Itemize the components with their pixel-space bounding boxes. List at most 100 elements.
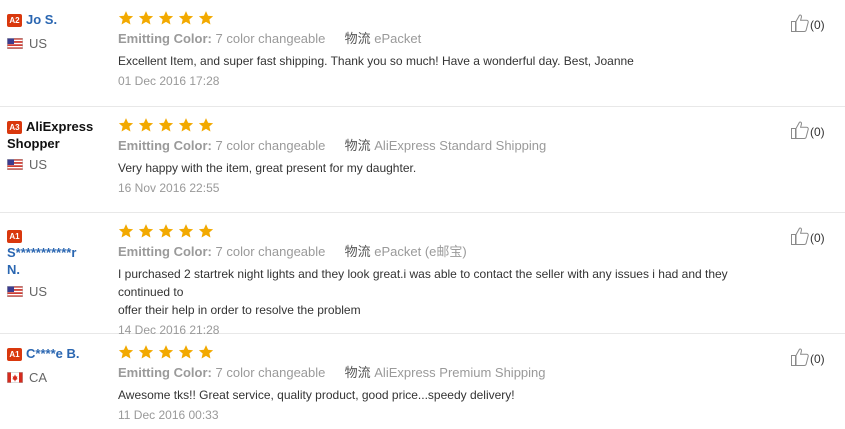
buyer-level-badge: A1 xyxy=(7,348,22,361)
review-item: A1 C****e B. CA Emitting Color: 7 color c… xyxy=(0,334,845,429)
shipping-method: ePacket (e邮宝) xyxy=(374,244,467,259)
review-text-line: Awesome tks!! Great service, quality pro… xyxy=(118,388,515,402)
review-content: Emitting Color: 7 color changeable 物流 eP… xyxy=(118,10,775,90)
emitting-color-value: 7 color changeable xyxy=(215,244,326,259)
reviewer-name-continued: Shopper xyxy=(7,136,60,151)
us-flag-icon xyxy=(7,38,23,49)
review-text-line: Very happy with the item, great present … xyxy=(118,161,417,175)
review-content: Emitting Color: 7 color changeable 物流 Al… xyxy=(118,344,775,424)
rating-stars xyxy=(118,11,214,25)
review-content: Emitting Color: 7 color changeable 物流 eP… xyxy=(118,223,775,339)
ca-flag-icon xyxy=(7,372,23,383)
country-code: CA xyxy=(29,370,48,385)
star-rating xyxy=(118,117,775,133)
thumbs-up-icon[interactable] xyxy=(790,347,810,367)
shipping-method: ePacket xyxy=(374,31,422,46)
star-icon xyxy=(158,345,174,359)
reviewer-name[interactable]: C****e B. xyxy=(26,346,79,361)
logistics-label: 物流 xyxy=(344,138,371,153)
helpful-button[interactable]: (0) xyxy=(790,226,825,246)
star-rating xyxy=(118,344,775,360)
star-icon xyxy=(158,11,174,25)
emitting-color-label: Emitting Color: xyxy=(118,244,212,259)
reviewer-info: A3 AliExpress Shopper US xyxy=(7,118,112,172)
reviewer-info: A1 C****e B. CA xyxy=(7,345,112,385)
shipping-method: AliExpress Standard Shipping xyxy=(374,138,547,153)
review-date: 01 Dec 2016 17:28 xyxy=(118,74,220,88)
emitting-color-label: Emitting Color: xyxy=(118,138,212,153)
review-text-line: offer their help in order to resolve the… xyxy=(118,303,361,317)
star-icon xyxy=(138,345,154,359)
helpful-button[interactable]: (0) xyxy=(790,120,825,140)
reviewer-name[interactable]: Jo S. xyxy=(26,12,57,27)
star-icon xyxy=(118,118,134,132)
reviewer-name: AliExpress xyxy=(26,119,94,134)
reviewer-info: A1 S***********r N. US xyxy=(7,227,112,299)
review-item: A3 AliExpress Shopper US Emitting Color:… xyxy=(0,107,845,213)
order-attributes: Emitting Color: 7 color changeable 物流 Al… xyxy=(118,364,775,381)
review-text-line: Excellent Item, and super fast shipping.… xyxy=(118,54,634,68)
thumbs-up-icon[interactable] xyxy=(790,120,810,140)
star-icon xyxy=(138,224,154,238)
star-icon xyxy=(198,345,214,359)
star-icon xyxy=(178,224,194,238)
star-icon xyxy=(198,224,214,238)
review-item: A1 S***********r N. US Emitting Color: 7… xyxy=(0,213,845,337)
buyer-level-badge: A1 xyxy=(7,230,22,243)
emitting-color-label: Emitting Color: xyxy=(118,31,212,46)
order-attributes: Emitting Color: 7 color changeable 物流 eP… xyxy=(118,243,775,260)
shipping-method: AliExpress Premium Shipping xyxy=(374,365,546,380)
star-icon xyxy=(178,345,194,359)
helpful-count: (0) xyxy=(810,18,825,32)
emitting-color-value: 7 color changeable xyxy=(215,365,326,380)
star-icon xyxy=(178,11,194,25)
us-flag-icon xyxy=(7,159,23,170)
star-icon xyxy=(118,224,134,238)
rating-stars xyxy=(118,118,214,132)
rating-stars xyxy=(118,224,214,238)
buyer-level-badge: A3 xyxy=(7,121,22,134)
star-icon xyxy=(118,11,134,25)
reviewer-country: US xyxy=(7,284,112,299)
logistics-label: 物流 xyxy=(344,31,371,46)
star-icon xyxy=(198,118,214,132)
emitting-color-value: 7 color changeable xyxy=(215,138,326,153)
star-icon xyxy=(138,11,154,25)
reviews-list: A2 Jo S. US Emitting Color: 7 color chang… xyxy=(0,0,845,429)
buyer-level-badge: A2 xyxy=(7,14,22,27)
thumbs-up-icon[interactable] xyxy=(790,13,810,33)
country-code: US xyxy=(29,284,48,299)
review-item: A2 Jo S. US Emitting Color: 7 color chang… xyxy=(0,0,845,107)
review-text: Awesome tks!! Great service, quality pro… xyxy=(118,386,775,404)
star-icon xyxy=(178,118,194,132)
us-flag-icon xyxy=(7,286,23,297)
country-code: US xyxy=(29,157,48,172)
country-code: US xyxy=(29,36,48,51)
thumbs-up-icon[interactable] xyxy=(790,226,810,246)
star-rating xyxy=(118,10,775,26)
reviewer-country: CA xyxy=(7,370,112,385)
review-text: Excellent Item, and super fast shipping.… xyxy=(118,52,775,70)
star-icon xyxy=(138,118,154,132)
helpful-count: (0) xyxy=(810,352,825,366)
review-text: Very happy with the item, great present … xyxy=(118,159,775,177)
helpful-button[interactable]: (0) xyxy=(790,347,825,367)
emitting-color-value: 7 color changeable xyxy=(215,31,326,46)
helpful-count: (0) xyxy=(810,125,825,139)
reviewer-name[interactable]: S***********r xyxy=(7,245,76,260)
helpful-count: (0) xyxy=(810,231,825,245)
order-attributes: Emitting Color: 7 color changeable 物流 Al… xyxy=(118,137,775,154)
helpful-button[interactable]: (0) xyxy=(790,13,825,33)
emitting-color-label: Emitting Color: xyxy=(118,365,212,380)
rating-stars xyxy=(118,345,214,359)
review-content: Emitting Color: 7 color changeable 物流 Al… xyxy=(118,117,775,197)
reviewer-country: US xyxy=(7,36,112,51)
review-date: 16 Nov 2016 22:55 xyxy=(118,181,220,195)
star-icon xyxy=(158,224,174,238)
reviewer-name-continued[interactable]: N. xyxy=(7,262,20,277)
order-attributes: Emitting Color: 7 color changeable 物流 eP… xyxy=(118,30,775,47)
star-rating xyxy=(118,223,775,239)
star-icon xyxy=(198,11,214,25)
review-text-line: I purchased 2 startrek night lights and … xyxy=(118,267,728,299)
star-icon xyxy=(158,118,174,132)
